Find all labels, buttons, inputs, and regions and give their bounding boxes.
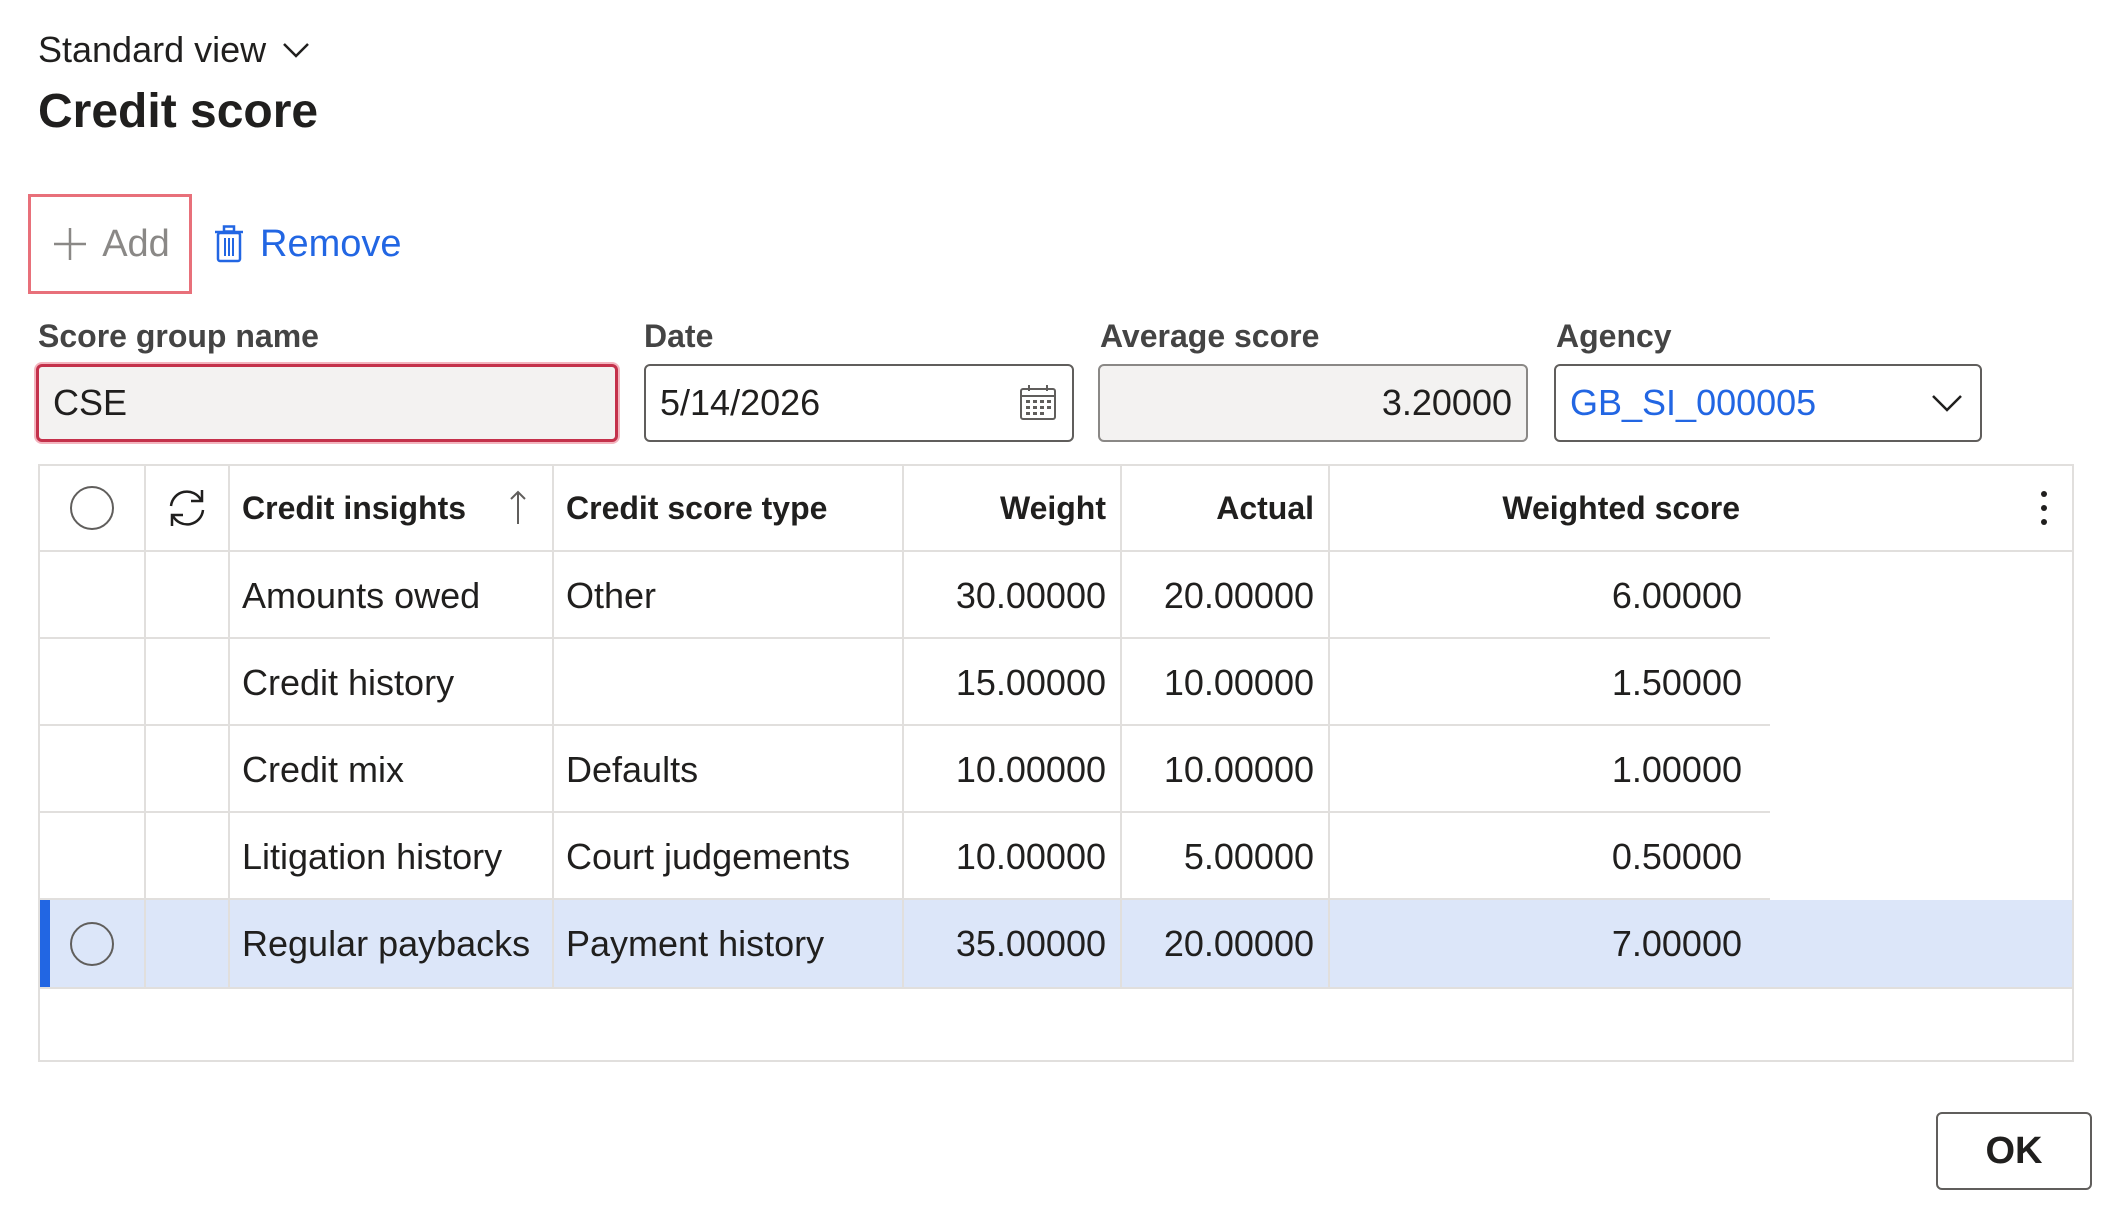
credit-score-type-cell: Other xyxy=(566,574,657,616)
credit-score-type-cell xyxy=(554,639,902,726)
select-all-radio[interactable] xyxy=(70,486,114,530)
average-score-value: 3.20000 xyxy=(1381,382,1512,423)
plus-icon xyxy=(54,228,87,260)
remove-button[interactable]: Remove xyxy=(214,212,402,276)
column-header-credit-score-type[interactable]: Credit score type xyxy=(554,466,902,550)
row-select-cell[interactable] xyxy=(40,900,144,987)
column-header-credit-insights[interactable]: Credit insights xyxy=(230,466,552,550)
table-row-selected[interactable]: Regular paybacks Payment history 35.0000… xyxy=(40,900,2072,989)
weighted-score-cell: 1.50000 xyxy=(1611,661,1742,703)
actual-cell: 5.00000 xyxy=(1183,835,1314,877)
column-header-weight[interactable]: Weight xyxy=(904,466,1120,550)
table-row[interactable]: Amounts owed Other 30.00000 20.00000 6.0… xyxy=(40,552,2072,639)
view-selector-label: Standard view xyxy=(38,29,267,70)
credit-score-type-cell: Court judgements xyxy=(566,835,851,877)
average-score-label: Average score xyxy=(1100,318,1320,354)
column-header-actual-label: Actual xyxy=(1216,489,1314,526)
table-row[interactable]: Litigation history Court judgements 10.0… xyxy=(40,813,2072,900)
add-button[interactable]: Add xyxy=(28,194,192,294)
agency-dropdown[interactable]: GB_SI_000005 xyxy=(1554,364,1982,442)
select-all-cell[interactable] xyxy=(40,466,144,550)
credit-score-type-cell: Payment history xyxy=(566,922,825,964)
refresh-cell[interactable] xyxy=(146,466,228,550)
average-score-field: 3.20000 xyxy=(1098,364,1528,442)
view-selector[interactable]: Standard view xyxy=(38,28,312,72)
credit-insight-cell: Litigation history xyxy=(242,835,503,877)
calendar-icon[interactable] xyxy=(1018,383,1058,423)
page-title: Credit score xyxy=(38,85,319,138)
weight-cell: 10.00000 xyxy=(955,748,1106,790)
score-group-name-label: Score group name xyxy=(38,318,319,354)
agency-value[interactable]: GB_SI_000005 xyxy=(1570,382,1816,424)
weight-cell: 35.00000 xyxy=(955,922,1106,964)
credit-score-grid: Credit insights Credit score type Weight… xyxy=(38,464,2074,1062)
sort-ascending-icon xyxy=(510,490,526,524)
more-options-button[interactable] xyxy=(2020,466,2068,550)
weighted-score-cell: 7.00000 xyxy=(1611,922,1742,964)
table-row[interactable]: Credit history 15.00000 10.00000 1.50000 xyxy=(40,639,2072,726)
actual-cell: 20.00000 xyxy=(1163,922,1314,964)
credit-insight-cell: Regular paybacks xyxy=(242,922,531,964)
credit-insight-cell: Credit history xyxy=(242,661,455,703)
weighted-score-cell: 1.00000 xyxy=(1611,748,1742,790)
trash-icon xyxy=(215,225,243,263)
weight-cell: 15.00000 xyxy=(955,661,1106,703)
column-header-credit-score-type-label: Credit score type xyxy=(566,489,828,526)
actual-cell: 10.00000 xyxy=(1163,661,1314,703)
column-header-weight-label: Weight xyxy=(999,489,1106,526)
remove-button-label: Remove xyxy=(260,222,402,265)
column-header-weighted-score-label: Weighted score xyxy=(1502,489,1740,526)
score-group-name-input[interactable]: CSE xyxy=(36,364,618,442)
column-header-credit-insights-label: Credit insights xyxy=(242,489,467,526)
more-vertical-icon[interactable] xyxy=(2040,490,2048,526)
chevron-down-icon xyxy=(283,43,310,58)
actual-cell: 10.00000 xyxy=(1163,748,1314,790)
date-value: 5/14/2026 xyxy=(660,382,821,423)
weighted-score-cell: 6.00000 xyxy=(1611,574,1742,616)
weight-cell: 30.00000 xyxy=(955,574,1106,616)
add-button-label: Add xyxy=(102,222,170,265)
credit-score-type-cell: Defaults xyxy=(566,748,699,790)
date-label: Date xyxy=(644,318,714,354)
refresh-icon[interactable] xyxy=(163,484,211,532)
date-input[interactable]: 5/14/2026 xyxy=(644,364,1074,442)
ok-button[interactable]: OK xyxy=(1936,1112,2092,1190)
column-header-weighted-score[interactable]: Weighted score xyxy=(1330,466,1754,550)
table-row[interactable]: Credit mix Defaults 10.00000 10.00000 1.… xyxy=(40,726,2072,813)
grid-header-row: Credit insights Credit score type Weight… xyxy=(40,466,2072,552)
weighted-score-cell: 0.50000 xyxy=(1611,835,1742,877)
score-group-name-value: CSE xyxy=(53,382,128,423)
actual-cell: 20.00000 xyxy=(1163,574,1314,616)
weight-cell: 10.00000 xyxy=(955,835,1106,877)
chevron-down-icon xyxy=(1932,395,1962,412)
credit-insight-cell: Amounts owed xyxy=(242,574,481,616)
agency-label: Agency xyxy=(1556,318,1672,354)
row-select-radio[interactable] xyxy=(70,921,114,966)
credit-insight-cell: Credit mix xyxy=(242,748,405,790)
column-header-actual[interactable]: Actual xyxy=(1122,466,1328,550)
